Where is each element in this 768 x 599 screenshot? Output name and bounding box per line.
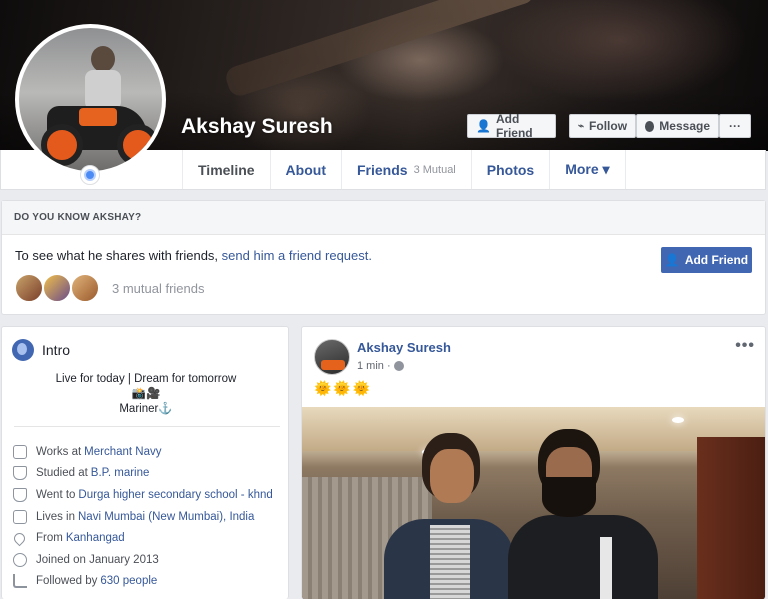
post-photo[interactable] [302,407,765,599]
info-label: Joined on January 2013 [36,553,159,566]
work-link[interactable]: Merchant Navy [84,446,161,458]
mutual-friend-avatar[interactable] [70,273,100,303]
photo-person-body [508,515,658,599]
intro-header: Intro [12,339,70,361]
post-options-icon[interactable]: ••• [735,337,755,355]
profile-picture[interactable] [15,24,166,175]
add-friend-button[interactable]: 👤 Add Friend [467,112,556,140]
school-link[interactable]: Durga higher secondary school - khnd [78,489,272,501]
profile-badge-icon [80,165,100,185]
add-friend-primary-button[interactable]: 👤 Add Friend [661,247,752,273]
mutual-friend-avatar[interactable] [42,273,72,303]
post-timestamp[interactable]: 1 min · [357,360,391,372]
tab-label: Friends [356,161,408,178]
hometown-row: From Kanhangad [11,527,273,549]
post-author-avatar[interactable] [314,339,350,375]
friend-request-prompt: To see what he shares with friends, send… [15,248,372,263]
education-row: Studied at B.P. marine [13,463,273,485]
follow-label: Follow [589,119,628,133]
globe-icon[interactable] [393,361,404,371]
rss-icon: ⌁ [578,120,585,132]
add-friend-label: Add Friend [495,112,533,140]
tab-label: About [285,161,326,178]
messenger-icon [645,120,655,132]
rss-icon [13,574,27,589]
info-label: Works at [36,445,82,458]
info-label: Went to [36,488,76,501]
add-friend-icon: 👤 [476,119,491,133]
followers-row: Followed by 630 people [13,571,273,593]
post-text: 🌞🌞🌞 [314,380,373,396]
hometown-link[interactable]: Kanhangad [66,532,125,544]
photo-person-shirt [430,525,470,599]
tab-more[interactable]: More ▾ [549,150,626,189]
college-link[interactable]: B.P. marine [91,467,150,479]
more-dots-icon: ··· [729,119,741,133]
briefcase-icon [13,444,27,459]
photo-door [697,437,765,599]
info-label: Lives in [36,510,75,523]
info-label: From [36,532,63,545]
tab-about[interactable]: About [269,150,341,189]
lives-in-row: Lives in Navi Mumbai (New Mumbai), India [13,506,273,528]
mutual-count: 3 Mutual [413,163,456,176]
tab-label: More ▾ [565,161,610,177]
prompt-text: To see what he shares with friends, [15,248,222,263]
do-you-know-heading: DO YOU KNOW AKSHAY? [2,201,765,235]
graduation-cap-icon [13,487,27,502]
bio-line: Live for today | Dream for tomorrow [55,373,237,385]
post-author-name[interactable]: Akshay Suresh [357,340,451,355]
tab-photos[interactable]: Photos [470,150,549,189]
tab-label: Timeline [198,161,255,178]
mutual-friend-avatar[interactable] [14,273,44,303]
bio-line: Mariner⚓ [119,403,173,415]
photo-person-face [430,449,474,503]
message-button[interactable]: Message [636,114,719,138]
profile-pic-body [85,70,121,110]
intro-details: Works at Merchant Navy Studied at B.P. m… [11,441,273,593]
add-friend-icon: 👤 [664,253,680,267]
mutual-friends-text[interactable]: 3 mutual friends [112,281,205,296]
school-row: Went to Durga higher secondary school - … [13,484,273,506]
message-label: Message [659,119,710,133]
followers-link[interactable]: 630 people [100,575,157,587]
mutual-friends[interactable]: 3 mutual friends [14,273,205,303]
globe-icon [12,339,34,361]
info-label: Studied at [36,467,88,480]
follow-button[interactable]: ⌁ Follow [569,114,636,138]
home-icon [13,509,27,524]
cover-guitar-shape [223,0,537,99]
location-pin-icon [11,530,28,546]
work-row: Works at Merchant Navy [13,441,273,463]
more-options-button[interactable]: ··· [719,114,751,138]
info-label: Followed by [36,575,98,588]
tab-friends[interactable]: Friends 3 Mutual [340,150,471,189]
add-friend-label: Add Friend [684,253,749,267]
photo-light [672,417,684,423]
profile-pic-wheel [117,124,159,166]
graduation-cap-icon [13,466,27,481]
intro-divider [14,426,280,427]
profile-pic-wheel [41,124,83,166]
tab-timeline[interactable]: Timeline [182,150,270,189]
profile-pic-head [91,46,115,72]
current-city-link[interactable]: Navi Mumbai (New Mumbai), India [78,511,254,523]
photo-person-tag [600,537,612,599]
post-meta: 1 min · [357,360,404,372]
do-you-know-card: DO YOU KNOW AKSHAY? To see what he share… [1,200,766,315]
profile-name: Akshay Suresh [181,115,333,138]
intro-title: Intro [42,342,71,358]
tab-label: Photos [486,161,535,178]
post-card: Akshay Suresh 1 min · ••• 🌞🌞🌞 [301,326,766,599]
photo-person-beard [542,477,596,517]
clock-icon [13,552,27,567]
intro-card: Intro Live for today | Dream for tomorro… [1,326,289,599]
profile-pic-bike-accent [79,108,117,126]
send-friend-request-link[interactable]: send him a friend request. [222,248,372,263]
bio-line: 📸🎥 [131,388,161,400]
joined-row: Joined on January 2013 [13,549,273,571]
